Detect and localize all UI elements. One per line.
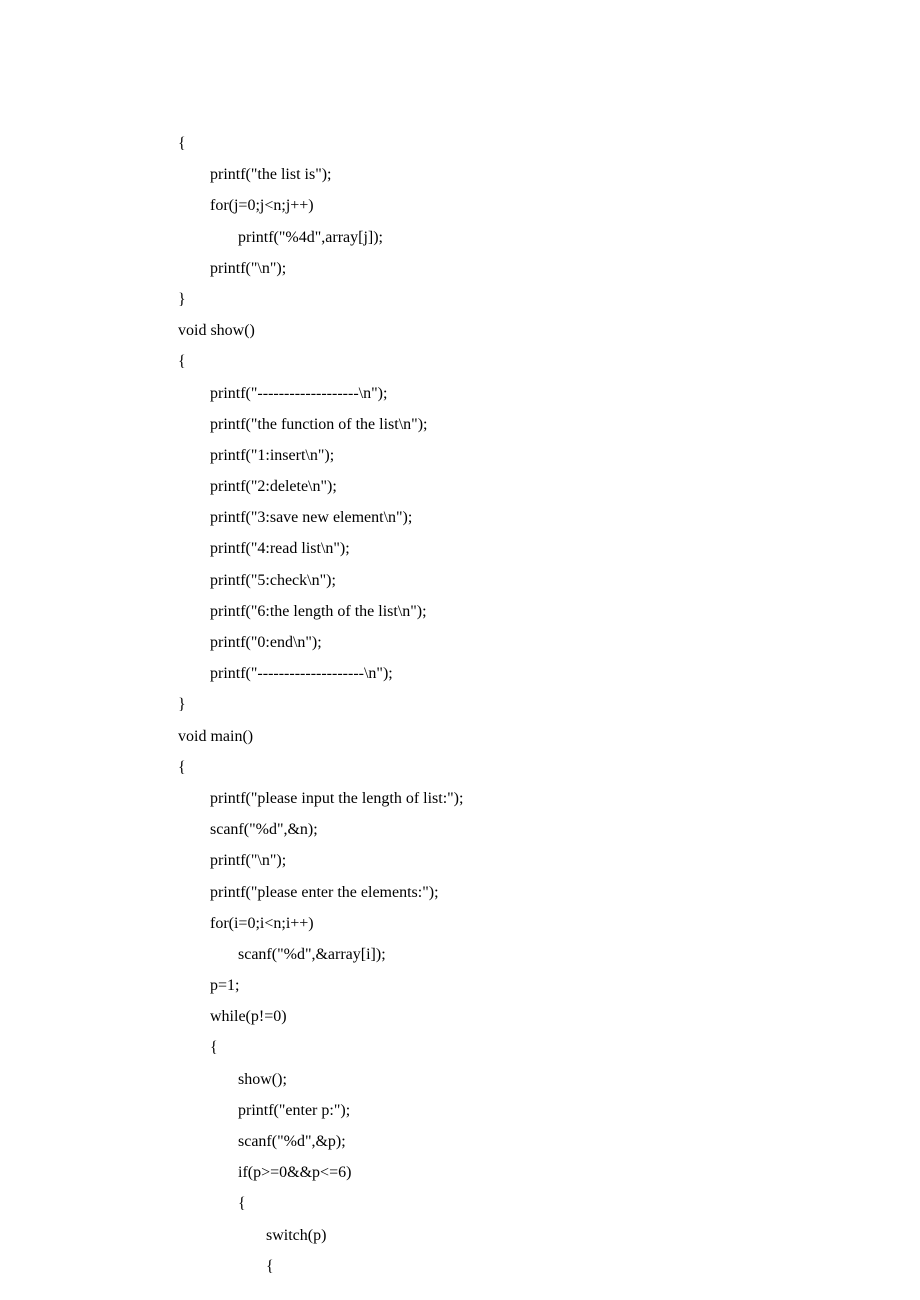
code-line: printf("3:save new element\n"); <box>178 502 820 533</box>
code-line: { <box>178 346 820 377</box>
code-line: printf("6:the length of the list\n"); <box>178 596 820 627</box>
code-line: while(p!=0) <box>178 1001 820 1032</box>
code-line: scanf("%d",&array[i]); <box>178 939 820 970</box>
code-line: void main() <box>178 721 820 752</box>
code-block: { printf("the list is"); for(j=0;j<n;j++… <box>178 128 820 1282</box>
code-line: printf("please enter the elements:"); <box>178 877 820 908</box>
document-page: { printf("the list is"); for(j=0;j<n;j++… <box>0 0 920 1282</box>
code-line: { <box>178 128 820 159</box>
code-line: printf("--------------------\n"); <box>178 658 820 689</box>
code-line: for(j=0;j<n;j++) <box>178 190 820 221</box>
code-line: printf("the function of the list\n"); <box>178 409 820 440</box>
code-line: printf("1:insert\n"); <box>178 440 820 471</box>
code-line: printf("5:check\n"); <box>178 565 820 596</box>
code-line: printf("please input the length of list:… <box>178 783 820 814</box>
code-line: p=1; <box>178 970 820 1001</box>
code-line: } <box>178 284 820 315</box>
code-line: { <box>178 1032 820 1063</box>
code-line: { <box>178 1188 820 1219</box>
code-line: printf("\n"); <box>178 845 820 876</box>
code-line: printf("-------------------\n"); <box>178 378 820 409</box>
code-line: printf("\n"); <box>178 253 820 284</box>
code-line: switch(p) <box>178 1220 820 1251</box>
code-line: void show() <box>178 315 820 346</box>
code-line: for(i=0;i<n;i++) <box>178 908 820 939</box>
code-line: scanf("%d",&p); <box>178 1126 820 1157</box>
code-line: printf("%4d",array[j]); <box>178 222 820 253</box>
code-line: show(); <box>178 1064 820 1095</box>
code-line: { <box>178 1251 820 1282</box>
code-line: printf("0:end\n"); <box>178 627 820 658</box>
code-line: scanf("%d",&n); <box>178 814 820 845</box>
code-line: if(p>=0&&p<=6) <box>178 1157 820 1188</box>
code-line: printf("4:read list\n"); <box>178 533 820 564</box>
code-line: printf("enter p:"); <box>178 1095 820 1126</box>
code-line: printf("the list is"); <box>178 159 820 190</box>
code-line: printf("2:delete\n"); <box>178 471 820 502</box>
code-line: } <box>178 689 820 720</box>
code-line: { <box>178 752 820 783</box>
